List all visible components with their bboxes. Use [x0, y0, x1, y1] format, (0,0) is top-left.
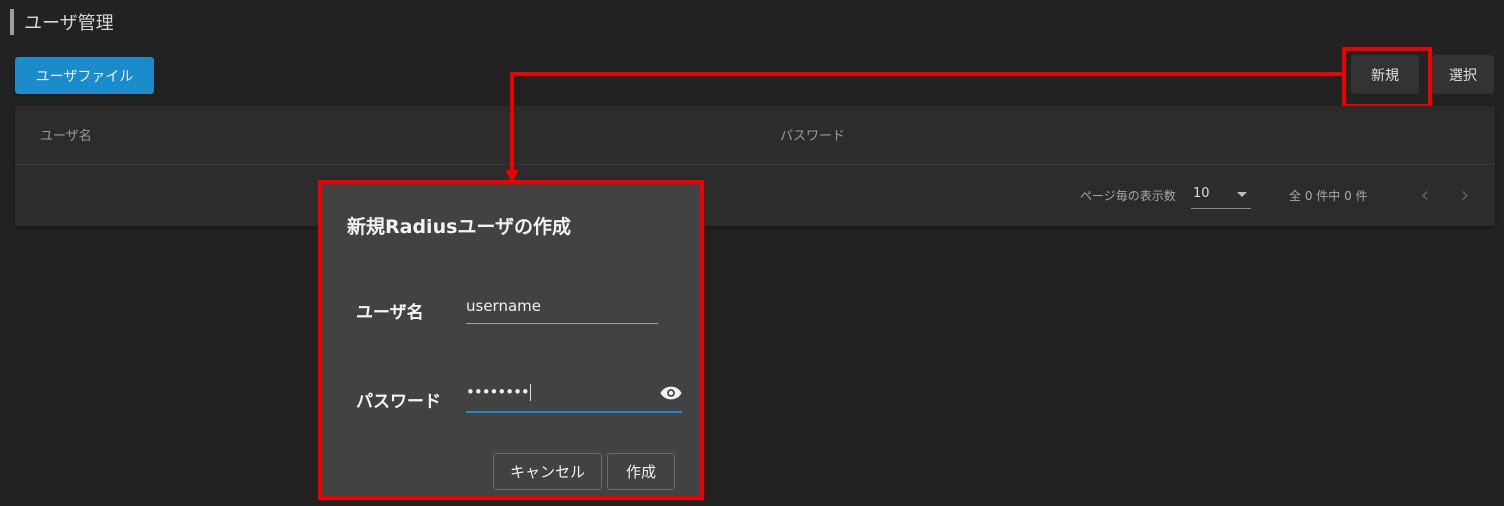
- column-header-username[interactable]: ユーザ名: [40, 125, 92, 144]
- user-file-button[interactable]: ユーザファイル: [15, 57, 154, 94]
- per-page-label: ページ毎の表示数: [1080, 189, 1176, 203]
- title-accent-bar: [10, 9, 14, 35]
- new-button-highlight: [1342, 47, 1432, 108]
- per-page-select[interactable]: 10: [1191, 182, 1251, 209]
- annotation-connector: [505, 72, 1342, 182]
- page-title-text: ユーザ管理: [24, 13, 114, 34]
- column-header-password[interactable]: パスワード: [780, 125, 845, 144]
- table-header: ユーザ名 パスワード: [15, 106, 1495, 165]
- chevron-left-icon[interactable]: ‹: [1413, 182, 1437, 208]
- dialog-highlight: [318, 180, 704, 500]
- chevron-right-icon[interactable]: ›: [1453, 182, 1477, 208]
- caret-down-icon: [1237, 192, 1247, 197]
- page-count-text: 全 0 件中 0 件: [1289, 189, 1368, 203]
- per-page-value: 10: [1193, 186, 1210, 201]
- user-table: ユーザ名 パスワード ページ毎の表示数 10 全 0 件中 0 件 ‹ ›: [15, 106, 1495, 226]
- select-button[interactable]: 選択: [1432, 55, 1494, 94]
- page-title: ユーザ管理: [10, 8, 114, 36]
